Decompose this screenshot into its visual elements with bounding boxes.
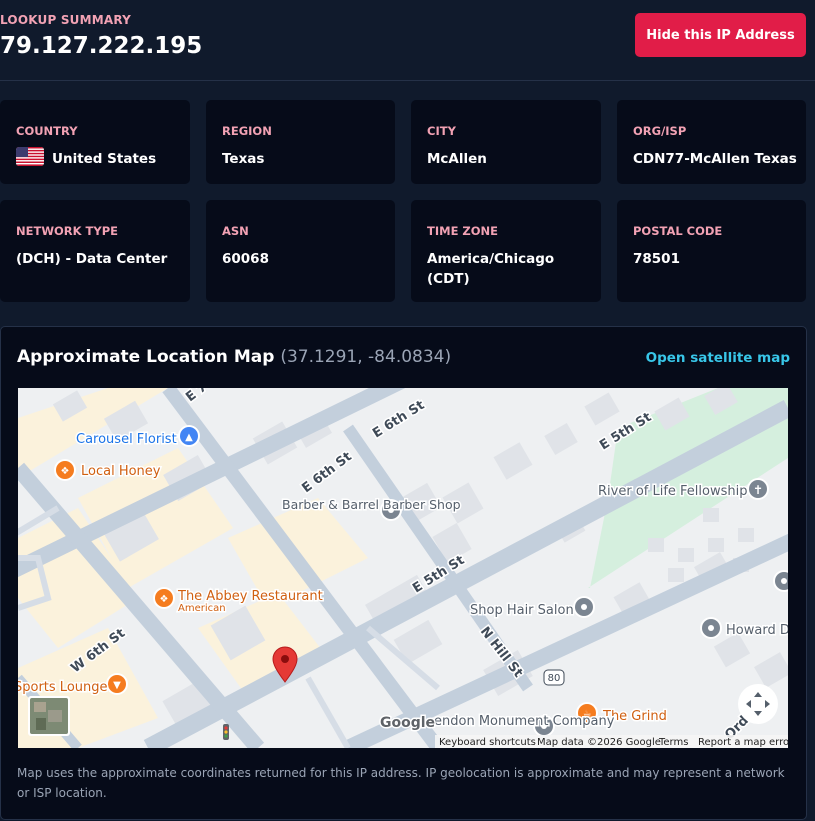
time-zone-label: TIME ZONE (427, 224, 499, 238)
country-label: COUNTRY (16, 124, 78, 138)
fork-knife-icon: ❖ (160, 594, 169, 605)
svg-text:American: American (178, 603, 226, 614)
keyboard-shortcuts-link[interactable]: Keyboard shortcuts (439, 737, 536, 748)
network-type-label: NETWORK TYPE (16, 224, 119, 238)
map-title-text: Approximate Location Map (17, 347, 275, 367)
map-coordinates: (37.1291, -84.0834) (280, 347, 452, 367)
cocktail-icon: ▼ (113, 680, 121, 691)
traffic-light-icon (223, 724, 229, 740)
location-map-panel: Approximate Location Map (37.1291, -84.0… (0, 326, 807, 820)
city-value: McAllen (427, 151, 487, 167)
us-flag-icon (16, 147, 44, 166)
svg-text:Barber & Barrel Barber Shop: Barber & Barrel Barber Shop (282, 497, 461, 512)
shopping-bag-icon: ▲ (185, 432, 193, 443)
time-zone-value: America/Chicago (CDT) (427, 251, 555, 287)
lookup-summary-header: LOOKUP SUMMARY 79.127.222.195 Hide this … (0, 0, 815, 81)
asn-label: ASN (222, 224, 249, 238)
network-type-value: (DCH) - Data Center (16, 251, 168, 267)
map-data-credit: Map data ©2026 Google (537, 737, 661, 748)
org-isp-label: ORG/ISP (633, 124, 687, 138)
map-title: Approximate Location Map (37.1291, -84.0… (17, 347, 451, 367)
network-type-card: NETWORK TYPE (DCH) - Data Center (0, 200, 190, 302)
time-zone-card: TIME ZONE America/Chicago (CDT) (411, 200, 601, 302)
postal-code-value: 78501 (633, 251, 680, 267)
pin-dot-icon (581, 604, 587, 610)
cross-icon: ✝ (753, 483, 763, 497)
svg-text:Local Honey: Local Honey (81, 464, 161, 479)
route-80-shield: 80 (543, 669, 565, 686)
terms-link[interactable]: Terms (658, 737, 688, 748)
lookup-summary-label: LOOKUP SUMMARY (0, 13, 132, 27)
city-card: CITY McAllen (411, 100, 601, 184)
postal-code-label: POSTAL CODE (633, 224, 723, 238)
map-view[interactable]: E 7th E 6th St E 6th St E 5th St E 5th S… (18, 388, 788, 748)
org-isp-value: CDN77-McAllen Texas (633, 151, 797, 167)
region-label: REGION (222, 124, 272, 138)
country-card: COUNTRY United States (0, 100, 190, 184)
asn-card: ASN 60068 (206, 200, 395, 302)
org-isp-card: ORG/ISP CDN77-McAllen Texas (617, 100, 806, 184)
ip-address: 79.127.222.195 (0, 33, 203, 59)
svg-text:endon Monument Company: endon Monument Company (434, 714, 615, 729)
svg-text:Shop Hair Salon: Shop Hair Salon (470, 603, 574, 618)
map-disclaimer: Map uses the approximate coordinates ret… (17, 766, 785, 800)
country-value: United States (52, 151, 157, 167)
hide-ip-button[interactable]: Hide this IP Address (635, 13, 806, 57)
region-value: Texas (222, 151, 265, 167)
city-label: CITY (427, 124, 456, 138)
report-map-error-link[interactable]: Report a map error (698, 737, 788, 748)
pin-dot-icon (708, 625, 714, 631)
svg-text:The Abbey Restaurant: The Abbey Restaurant (177, 589, 323, 604)
region-card: REGION Texas (206, 100, 395, 184)
open-satellite-map-link[interactable]: Open satellite map (646, 350, 790, 366)
svg-text:80: 80 (548, 673, 561, 684)
svg-text:Howard D: Howard D (726, 623, 788, 638)
svg-text:Carousel Florist: Carousel Florist (76, 432, 177, 447)
fork-knife-icon: ❖ (61, 466, 70, 477)
satellite-toggle-thumbnail[interactable] (28, 696, 70, 736)
svg-text:Google: Google (380, 715, 435, 731)
svg-text:Sports Lounge: Sports Lounge (18, 680, 108, 695)
svg-text:River of Life Fellowship: River of Life Fellowship (598, 484, 748, 499)
asn-value: 60068 (222, 251, 269, 267)
google-logo: Google (379, 714, 437, 733)
map-pan-control[interactable] (738, 684, 778, 724)
postal-code-card: POSTAL CODE 78501 (617, 200, 806, 302)
